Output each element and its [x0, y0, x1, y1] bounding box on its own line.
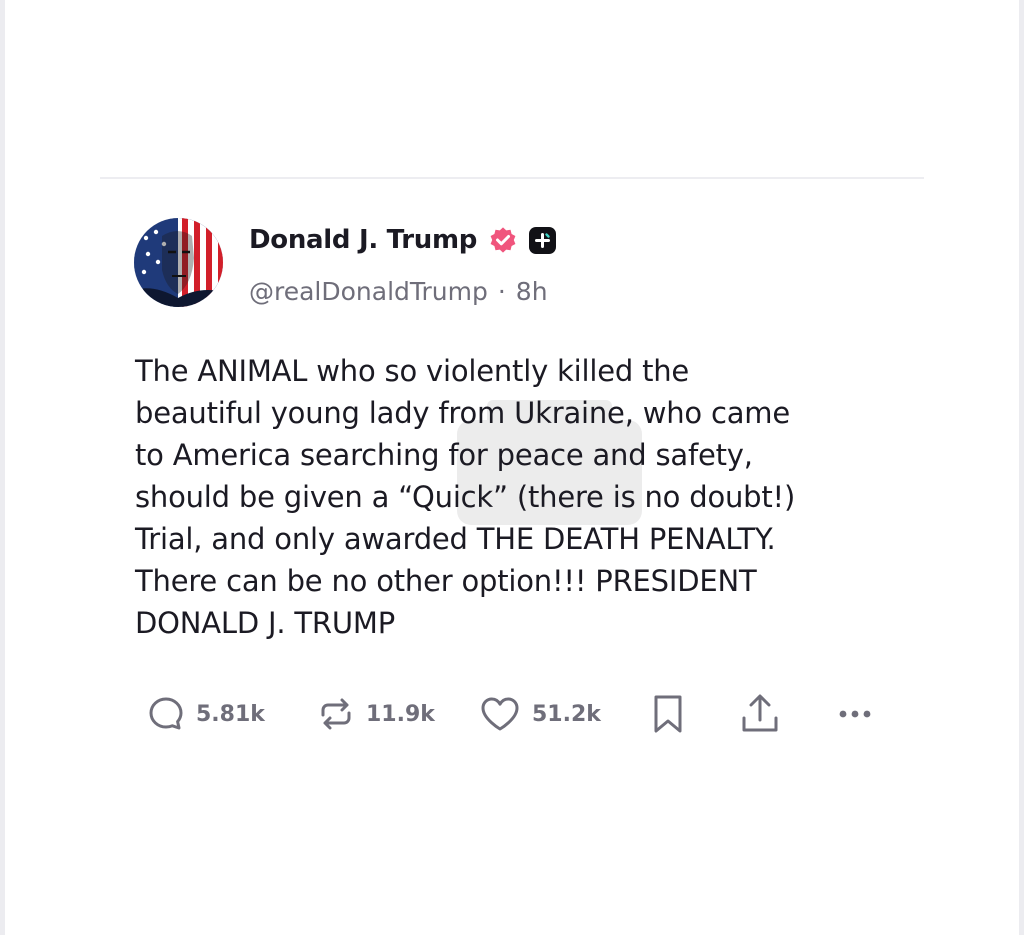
like-count: 51.2k — [532, 701, 601, 727]
avatar[interactable] — [134, 218, 223, 307]
reply-count: 5.81k — [196, 701, 265, 727]
share-icon — [742, 694, 778, 732]
author-handle[interactable]: @realDonaldTrump — [249, 277, 488, 306]
reply-button[interactable]: 5.81k — [146, 692, 265, 736]
right-frame-edge — [1019, 0, 1024, 935]
post-body-line: Trial, and only awarded THE DEATH PENALT… — [135, 522, 776, 556]
post-body: The ANIMAL who so violently killed the b… — [135, 350, 895, 644]
share-button[interactable] — [738, 692, 782, 736]
handle-row: @realDonaldTrump · 8h — [249, 272, 548, 310]
more-icon — [839, 710, 871, 718]
like-button[interactable]: 51.2k — [478, 692, 601, 736]
left-frame-edge — [0, 0, 5, 935]
avatar-flag-portrait-icon — [134, 218, 223, 307]
post-body-line: to America searching for peace and safet… — [135, 438, 753, 472]
retruth-button[interactable]: 11.9k — [316, 692, 435, 736]
post-actions-bar: 5.81k 11.9k 51.2k — [128, 684, 893, 744]
bookmark-icon — [654, 695, 682, 733]
comment-icon — [149, 697, 183, 730]
post-body-line: DONALD J. TRUMP — [135, 606, 395, 640]
author-name[interactable]: Donald J. Trump — [249, 225, 477, 255]
post-body-line: should be given a “Quick” (there is no d… — [135, 480, 796, 514]
verified-badge-icon — [490, 227, 516, 253]
post-body-line: beautiful young lady from Ukraine, who c… — [135, 396, 791, 430]
repost-icon — [321, 698, 351, 730]
post-body-line: There can be no other option!!! PRESIDEN… — [135, 564, 757, 598]
meta-separator: · — [497, 276, 506, 306]
author-row: Donald J. Trump — [249, 220, 557, 260]
retruth-count: 11.9k — [366, 701, 435, 727]
post-body-line: The ANIMAL who so violently killed the — [135, 354, 690, 388]
post-divider — [100, 177, 924, 179]
plus-badge-icon — [529, 226, 557, 254]
bookmark-button[interactable] — [650, 692, 686, 736]
heart-icon — [481, 697, 519, 731]
post-timestamp[interactable]: 8h — [516, 277, 548, 306]
more-button[interactable] — [833, 692, 877, 736]
